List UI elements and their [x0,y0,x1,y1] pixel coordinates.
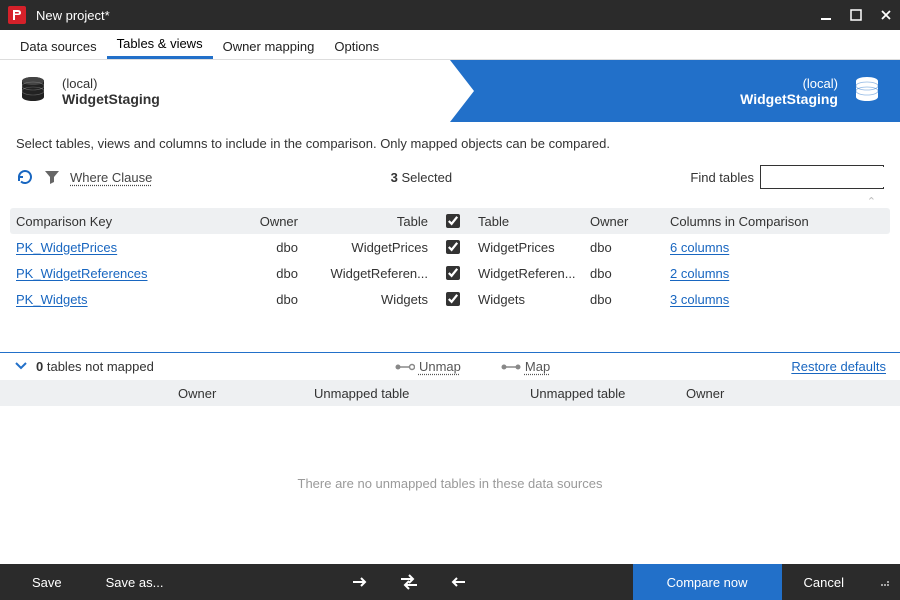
header-table-left[interactable]: Table [316,214,436,229]
scroll-hint: ⌃ [10,193,890,208]
row-owner-left: dbo [236,240,316,255]
header-band: (local) WidgetStaging (local) WidgetStag… [0,60,900,122]
where-clause-link[interactable]: Where Clause [70,170,152,185]
header-table-right[interactable]: Table [470,214,590,229]
row-table-right: WidgetReferen... [470,266,590,281]
table-row[interactable]: PK_WidgetReferences dbo WidgetReferen...… [10,260,890,286]
compare-now-button[interactable]: Compare now [633,564,782,600]
arrow-left-icon[interactable] [449,574,467,590]
row-checkbox[interactable] [446,266,460,280]
save-button[interactable]: Save [10,564,84,600]
unmapped-count-number: 0 [36,359,43,374]
row-checkbox[interactable] [446,240,460,254]
row-table-left: WidgetPrices [316,240,436,255]
refresh-icon[interactable] [16,168,34,186]
unmap-label: Unmap [419,359,461,374]
map-icon [501,362,521,372]
maximize-icon[interactable] [850,9,862,21]
tab-data-sources[interactable]: Data sources [10,33,107,59]
selected-count-number: 3 [391,170,398,185]
unmapped-header-owner-r[interactable]: Owner [666,386,882,401]
row-table-right: WidgetPrices [470,240,590,255]
header-comparison-key[interactable]: Comparison Key [16,214,236,229]
filter-icon[interactable] [44,169,60,185]
header-owner-right[interactable]: Owner [590,214,670,229]
row-owner-right: dbo [590,292,670,307]
selected-count-word: Selected [402,170,453,185]
row-owner-right: dbo [590,266,670,281]
chevron-down-icon[interactable] [14,358,28,375]
unmapped-header-table-l[interactable]: Unmapped table [234,386,450,401]
save-as-button[interactable]: Save as... [84,564,186,600]
unmapped-header-table-r[interactable]: Unmapped table [450,386,666,401]
table-row[interactable]: PK_WidgetPrices dbo WidgetPrices WidgetP… [10,234,890,260]
map-label: Map [525,359,550,374]
window-title: New project* [36,8,820,23]
minimize-icon[interactable] [820,9,832,21]
unmapped-empty-text: There are no unmapped tables in these da… [0,406,900,491]
unmap-icon [395,362,415,372]
unmapped-section-bar: 0 tables not mapped Unmap Map Restore de… [0,352,900,380]
restore-defaults-link[interactable]: Restore defaults [791,359,886,374]
target-name: WidgetStaging [740,91,838,107]
unmapped-header-row: Owner Unmapped table Unmapped table Owne… [0,380,900,406]
table-row[interactable]: PK_Widgets dbo Widgets Widgets dbo 3 col… [10,286,890,312]
unmapped-count-label: tables not mapped [47,359,154,374]
title-bar: New project* [0,0,900,30]
database-icon [852,75,882,108]
comparison-key-link[interactable]: PK_WidgetPrices [16,240,117,255]
arrows-swap-icon[interactable] [399,574,419,590]
header-checkbox-all[interactable] [446,214,460,228]
cancel-button[interactable]: Cancel [782,564,866,600]
header-owner[interactable]: Owner [236,214,316,229]
app-icon [8,6,26,24]
row-table-left: WidgetReferen... [316,266,436,281]
action-bar: Save Save as... Compare now Cancel [0,564,900,600]
row-checkbox[interactable] [446,292,460,306]
selected-count: 3 Selected [160,170,682,185]
row-owner-right: dbo [590,240,670,255]
source-name: WidgetStaging [62,91,160,107]
instruction-text: Select tables, views and columns to incl… [0,122,900,161]
find-tables-label: Find tables [690,170,754,185]
comparison-key-link[interactable]: PK_Widgets [16,292,88,307]
database-icon [18,75,48,108]
unmapped-count: 0 tables not mapped [36,359,154,374]
target-host: (local) [803,76,838,91]
header-columns[interactable]: Columns in Comparison [670,214,850,229]
columns-link[interactable]: 3 columns [670,292,729,307]
map-button[interactable]: Map [501,359,550,374]
comparison-key-link[interactable]: PK_WidgetReferences [16,266,148,281]
unmapped-header-owner-l[interactable]: Owner [18,386,234,401]
unmap-button[interactable]: Unmap [395,359,461,374]
row-owner-left: dbo [236,292,316,307]
columns-link[interactable]: 2 columns [670,266,729,281]
tab-owner-mapping[interactable]: Owner mapping [213,33,325,59]
table-header-row: Comparison Key Owner Table Table Owner C… [10,208,890,234]
find-tables-input-wrap [760,165,884,189]
tab-bar: Data sources Tables & views Owner mappin… [0,30,900,60]
arrow-right-icon[interactable] [351,574,369,590]
row-table-right: Widgets [470,292,590,307]
close-icon[interactable] [880,9,892,21]
row-owner-left: dbo [236,266,316,281]
more-icon[interactable] [880,577,890,587]
tab-options[interactable]: Options [324,33,389,59]
columns-link[interactable]: 6 columns [670,240,729,255]
find-tables-input[interactable] [765,167,900,187]
source-host: (local) [62,76,160,91]
toolbar: Where Clause 3 Selected Find tables [0,161,900,193]
tab-tables-views[interactable]: Tables & views [107,30,213,59]
row-table-left: Widgets [316,292,436,307]
